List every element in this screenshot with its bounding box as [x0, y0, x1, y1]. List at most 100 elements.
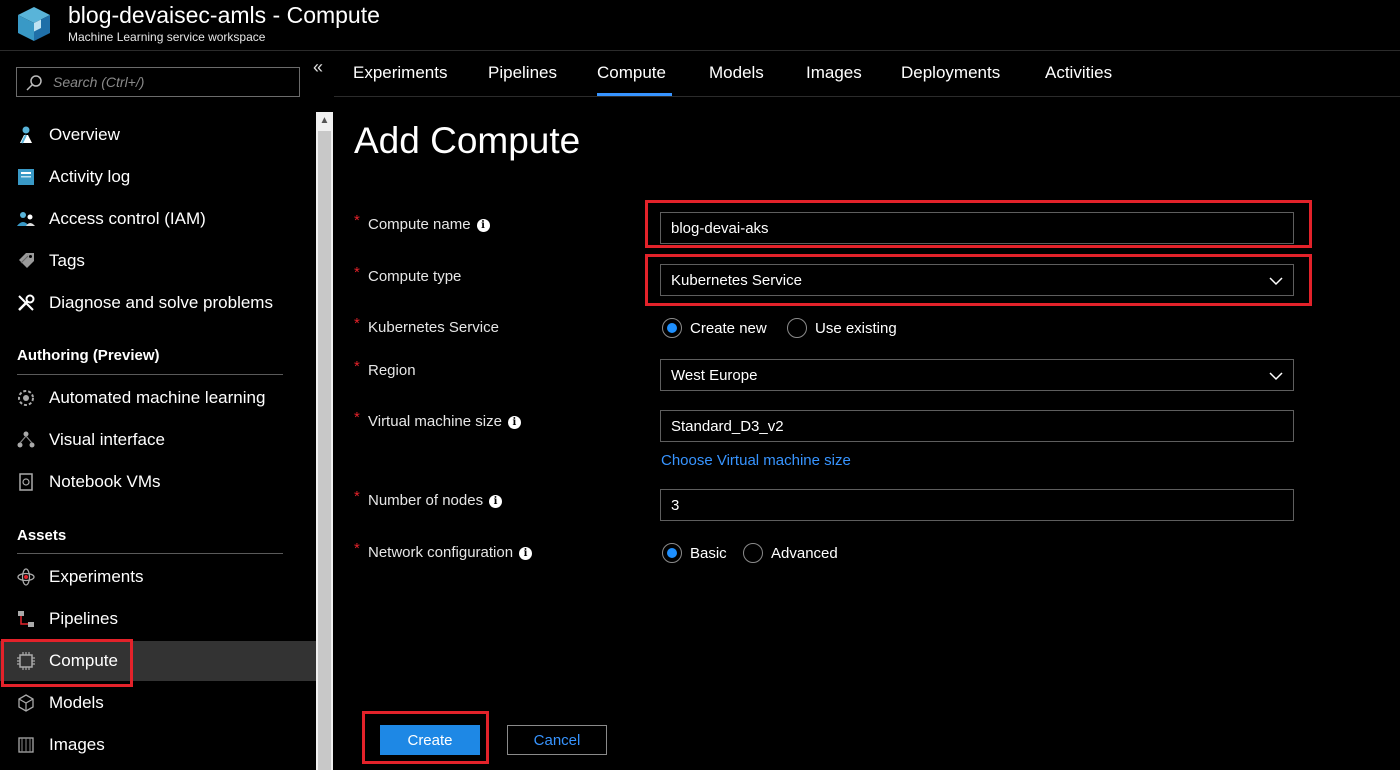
automl-icon: [16, 388, 36, 408]
sidebar-item-label: Tags: [49, 251, 85, 270]
sidebar-item-label: Activity log: [49, 167, 131, 186]
sidebar-item-diagnose[interactable]: Diagnose and solve problems: [0, 283, 316, 323]
section-divider: [17, 374, 283, 375]
vm-size-value: Standard_D3_v2: [671, 418, 784, 435]
radio-label: Use existing: [815, 319, 897, 337]
sidebar-item-access-control[interactable]: Access control (IAM): [0, 199, 316, 239]
search-icon: [26, 75, 42, 91]
wrench-icon: [16, 293, 36, 313]
sidebar-scrollbar[interactable]: ▲: [316, 112, 333, 770]
sidebar-item-label: Pipelines: [49, 609, 118, 628]
tag-icon: [16, 251, 36, 271]
tab-deployments[interactable]: Deployments: [901, 63, 1000, 83]
chevron-down-icon: [1269, 372, 1283, 381]
sidebar-item-activity-log[interactable]: Activity log: [0, 157, 316, 197]
radio-create-new[interactable]: Create new: [662, 318, 767, 338]
sidebar-item-label: Images: [49, 735, 105, 754]
sidebar-item-label: Access control (IAM): [49, 209, 206, 228]
region-value: West Europe: [671, 367, 758, 384]
required-mark: *: [354, 212, 360, 229]
network-config-label-text: Network configuration: [368, 544, 514, 561]
active-tab-indicator: [597, 93, 672, 96]
sidebar-search[interactable]: [16, 67, 300, 97]
page-title: blog-devaisec-amls - Compute: [68, 2, 380, 28]
compute-type-label: Compute type: [368, 268, 462, 285]
iam-icon: [16, 209, 36, 229]
info-icon[interactable]: i: [489, 495, 503, 508]
tab-compute[interactable]: Compute: [597, 63, 666, 83]
region-label: Region: [368, 362, 416, 379]
cube-icon: [18, 7, 50, 41]
tab-models[interactable]: Models: [709, 63, 764, 83]
radio-label: Basic: [690, 544, 727, 562]
compute-name-highlight: [645, 200, 1312, 248]
overview-icon: [16, 125, 36, 145]
scrollbar-thumb[interactable]: [318, 131, 331, 770]
tab-bar: Experiments Pipelines Compute Models Ima…: [334, 51, 1400, 97]
required-mark: *: [354, 264, 360, 281]
notebook-icon: [16, 472, 36, 492]
models-icon: [16, 693, 36, 713]
radio-unselected-indicator: [787, 318, 807, 338]
sidebar-item-pipelines[interactable]: Pipelines: [0, 599, 316, 639]
info-icon[interactable]: i: [476, 219, 490, 232]
form-title: Add Compute: [354, 120, 581, 161]
sidebar-item-automated-ml[interactable]: Automated machine learning: [0, 378, 316, 418]
choose-vm-size-link[interactable]: Choose Virtual machine size: [661, 452, 851, 469]
sidebar-item-visual-interface[interactable]: Visual interface: [0, 420, 316, 460]
radio-basic[interactable]: Basic: [662, 543, 727, 563]
section-title-authoring: Authoring (Preview): [17, 347, 160, 364]
sidebar-item-images[interactable]: Images: [0, 725, 316, 765]
network-config-label: Network configuration i: [368, 544, 533, 561]
compute-type-highlight: [645, 254, 1312, 306]
sidebar-item-label: Visual interface: [49, 430, 165, 449]
page-subtitle: Machine Learning service workspace: [68, 30, 266, 44]
tab-experiments[interactable]: Experiments: [353, 63, 447, 83]
sidebar-item-overview[interactable]: Overview: [0, 115, 316, 155]
sidebar-item-experiments[interactable]: Experiments: [0, 557, 316, 597]
collapse-sidebar-button[interactable]: «: [309, 58, 327, 77]
sidebar-item-notebook-vms[interactable]: Notebook VMs: [0, 462, 316, 502]
required-mark: *: [354, 358, 360, 375]
radio-advanced[interactable]: Advanced: [743, 543, 838, 563]
tab-activities[interactable]: Activities: [1045, 63, 1112, 83]
scroll-up-icon[interactable]: ▲: [316, 112, 333, 129]
sidebar-item-label: Notebook VMs: [49, 472, 161, 491]
sidebar-item-tags[interactable]: Tags: [0, 241, 316, 281]
search-input[interactable]: [53, 72, 293, 92]
num-nodes-value: 3: [671, 497, 680, 514]
cancel-button[interactable]: Cancel: [507, 725, 607, 755]
sidebar-item-models[interactable]: Models: [0, 683, 316, 723]
num-nodes-label-text: Number of nodes: [368, 492, 484, 509]
vm-size-label: Virtual machine size i: [368, 413, 521, 430]
sidebar-item-label: Automated machine learning: [49, 388, 266, 407]
experiments-icon: [16, 567, 36, 587]
num-nodes-field[interactable]: 3: [660, 489, 1294, 521]
compute-nav-highlight: [1, 639, 133, 687]
region-dropdown[interactable]: West Europe: [660, 359, 1294, 391]
section-divider: [17, 553, 283, 554]
pipelines-icon: [16, 609, 36, 629]
activity-log-icon: [16, 167, 36, 187]
tab-images[interactable]: Images: [806, 63, 862, 83]
kubernetes-service-label: Kubernetes Service: [368, 319, 499, 336]
radio-selected-indicator: [662, 543, 682, 563]
info-icon[interactable]: i: [507, 416, 521, 429]
app-header: blog-devaisec-amls - Compute Machine Lea…: [0, 0, 1400, 51]
radio-use-existing[interactable]: Use existing: [787, 318, 897, 338]
section-title-assets: Assets: [17, 527, 67, 544]
radio-unselected-indicator: [743, 543, 763, 563]
required-mark: *: [354, 315, 360, 332]
compute-name-label: Compute name i: [368, 216, 490, 233]
vm-size-field[interactable]: Standard_D3_v2: [660, 410, 1294, 442]
sidebar-item-label: Overview: [49, 125, 120, 144]
sidebar-item-label: Diagnose and solve problems: [49, 293, 273, 312]
num-nodes-label: Number of nodes i: [368, 492, 503, 509]
visual-interface-icon: [16, 430, 36, 450]
tab-pipelines[interactable]: Pipelines: [488, 63, 557, 83]
info-icon[interactable]: i: [519, 547, 533, 560]
sidebar-item-label: Experiments: [49, 567, 144, 586]
vm-size-label-text: Virtual machine size: [368, 413, 502, 430]
create-button-highlight: [362, 711, 489, 764]
required-mark: *: [354, 540, 360, 557]
